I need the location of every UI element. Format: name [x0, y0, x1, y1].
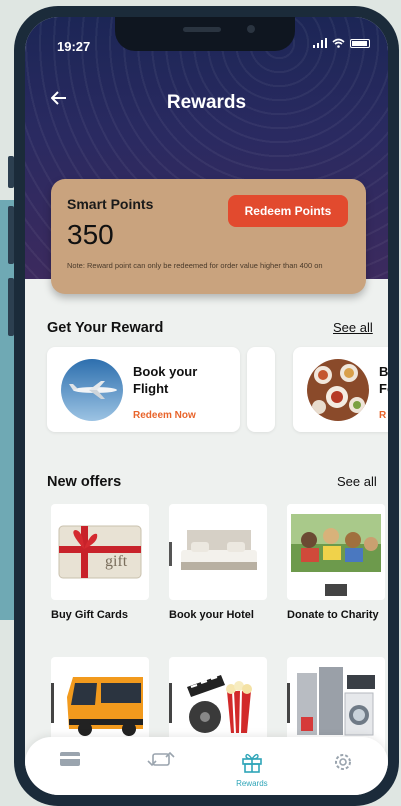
- points-value: 350: [67, 219, 114, 250]
- camera: [247, 25, 255, 33]
- offer-label: Book your Hotel: [169, 609, 254, 621]
- svg-text:gift: gift: [105, 553, 128, 570]
- points-note: Note: Reward point can only be redeemed …: [67, 261, 323, 270]
- exchange-icon: [147, 751, 175, 767]
- phone-side-button: [8, 278, 14, 336]
- offer-image: [287, 504, 385, 600]
- reward-card-flight[interactable]: Book your Flight Redeem Now: [47, 347, 240, 432]
- tab-rewards[interactable]: Rewards: [222, 737, 282, 788]
- status-icons: [313, 38, 370, 48]
- status-time: 19:27: [57, 39, 91, 54]
- page-title: Rewards: [166, 92, 247, 113]
- reward-name: Bo Fo: [379, 364, 388, 396]
- phone-frame: 19:27 Rewards Smart Points 350 Redeem Po…: [8, 6, 399, 806]
- offer-image: [169, 504, 267, 600]
- gift-card-icon: gift: [58, 525, 142, 579]
- charity-children-icon: [287, 504, 385, 600]
- reward-card-separator: [247, 347, 275, 432]
- wifi-icon: [332, 38, 345, 48]
- phone-notch: [115, 17, 295, 51]
- reward-card-food[interactable]: Bo Fo R: [293, 347, 388, 432]
- points-card: Smart Points 350 Redeem Points Note: Rew…: [51, 179, 366, 294]
- offer-gift-cards[interactable]: gift Buy Gift Cards: [51, 504, 149, 622]
- new-offers-title: New offers: [47, 474, 122, 490]
- new-offers-see-all[interactable]: See all: [337, 474, 377, 489]
- offer-label: Donate to Charity: [287, 609, 379, 621]
- offer-charity[interactable]: Donate to Charity: [287, 504, 385, 622]
- battery-icon: [350, 38, 370, 48]
- tab-payments[interactable]: [40, 737, 100, 773]
- flight-thumbnail: [61, 359, 123, 421]
- app-screen: 19:27 Rewards Smart Points 350 Redeem Po…: [25, 17, 388, 795]
- bottom-tab-bar: Rewards: [25, 737, 388, 795]
- offer-image: gift: [51, 504, 149, 600]
- airplane-icon: [61, 359, 123, 421]
- signal-icon: [313, 38, 327, 48]
- tab-settings[interactable]: [313, 737, 373, 779]
- get-reward-see-all[interactable]: See all: [333, 320, 373, 335]
- redeem-points-button[interactable]: Redeem Points: [228, 195, 348, 227]
- offer-label: Buy Gift Cards: [51, 609, 129, 621]
- phone-side-button: [8, 156, 14, 188]
- redeem-now-link[interactable]: Redeem Now: [133, 410, 196, 421]
- phone-side-button: [8, 206, 14, 264]
- speaker: [183, 27, 221, 32]
- points-label: Smart Points: [67, 196, 154, 212]
- tab-transfers[interactable]: [131, 737, 191, 775]
- card-icon: [60, 752, 81, 766]
- hotel-bed-icon: [169, 530, 257, 570]
- gear-icon: [334, 754, 351, 770]
- food-thumbnail: [307, 359, 369, 421]
- tab-rewards-label: Rewards: [236, 779, 268, 788]
- get-reward-title: Get Your Reward: [47, 320, 164, 336]
- offer-hotel[interactable]: Book your Hotel: [169, 504, 267, 622]
- reward-name: Book your Flight: [133, 364, 198, 396]
- food-image-icon: [307, 359, 369, 421]
- gift-icon: [242, 753, 262, 773]
- redeem-now-link[interactable]: R: [379, 410, 386, 421]
